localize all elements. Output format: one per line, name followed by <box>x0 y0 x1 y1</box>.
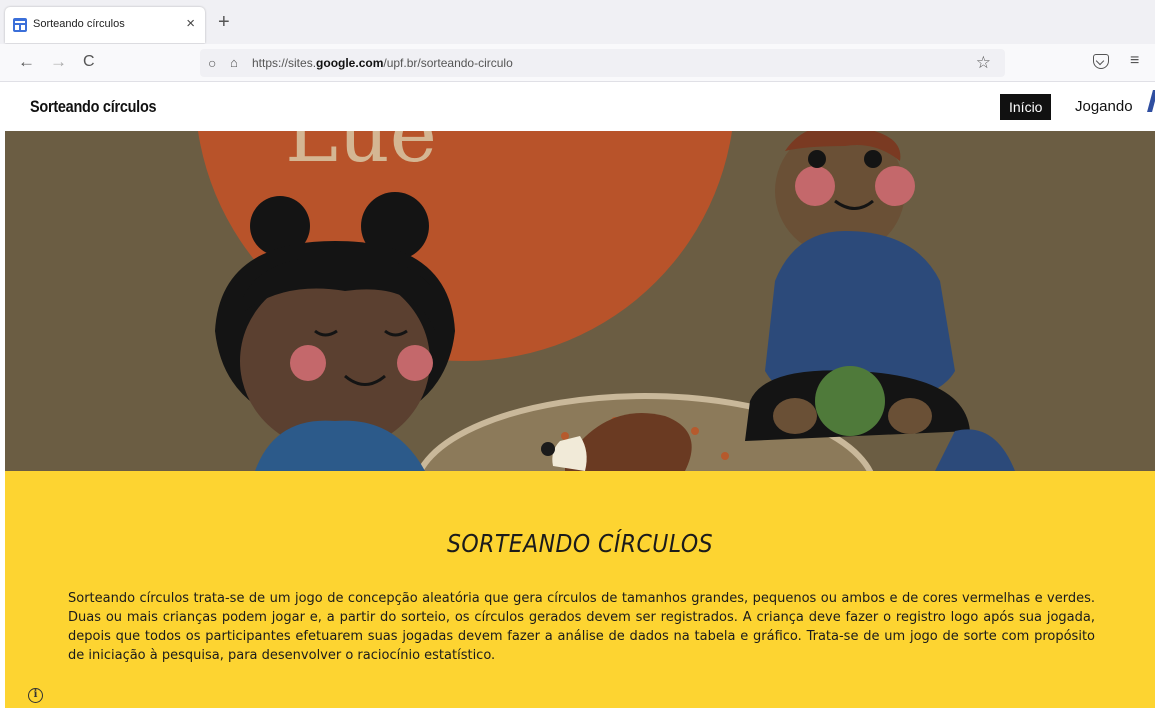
bookmark-star-icon[interactable]: ☆ <box>976 53 991 73</box>
forward-arrow-icon[interactable]: → <box>50 52 67 72</box>
url-text[interactable]: https://sites.google.com/upf.br/sorteand… <box>252 56 513 70</box>
hero-banner-lettering: Lue <box>285 131 437 180</box>
lock-icon[interactable]: ⌂ <box>230 55 238 70</box>
browser-tab[interactable]: Sorteando círculos × <box>5 7 205 43</box>
hero-banner-image: Lue <box>5 131 1155 471</box>
hero-illustration: Lue <box>5 131 1155 471</box>
site-title[interactable]: Sorteando círculos <box>30 97 157 117</box>
pocket-icon[interactable] <box>1093 54 1109 69</box>
intro-section: SORTEANDO CÍRCULOS Sorteando círculos tr… <box>5 471 1155 708</box>
back-arrow-icon[interactable]: ← <box>18 52 35 72</box>
hamburger-menu-icon[interactable]: ≡ <box>1130 52 1139 70</box>
section-heading: SORTEANDO CÍRCULOS <box>446 529 714 558</box>
address-bar[interactable]: ○ ⌂ https://sites.google.com/upf.br/sort… <box>200 49 1005 77</box>
tracking-shield-icon[interactable]: ○ <box>208 55 216 71</box>
reload-icon[interactable]: C <box>83 52 95 72</box>
site-header: Sorteando círculos Início Jogando <box>0 82 1155 131</box>
close-tab-icon[interactable]: × <box>186 15 195 33</box>
header-edge-decoration <box>1147 90 1155 112</box>
new-tab-icon[interactable]: + <box>218 12 230 32</box>
tab-title: Sorteando círculos <box>33 18 125 30</box>
browser-navbar: ← → C ○ ⌂ https://sites.google.com/upf.b… <box>0 44 1155 82</box>
info-icon[interactable]: i <box>28 688 43 703</box>
nav-link-jogando[interactable]: Jogando <box>1075 98 1133 115</box>
section-paragraph: Sorteando círculos trata-se de um jogo d… <box>68 591 1095 663</box>
site-favicon-icon <box>13 18 27 32</box>
nav-link-inicio[interactable]: Início <box>1000 94 1052 120</box>
browser-tabbar: Sorteando círculos × + <box>0 0 1155 44</box>
